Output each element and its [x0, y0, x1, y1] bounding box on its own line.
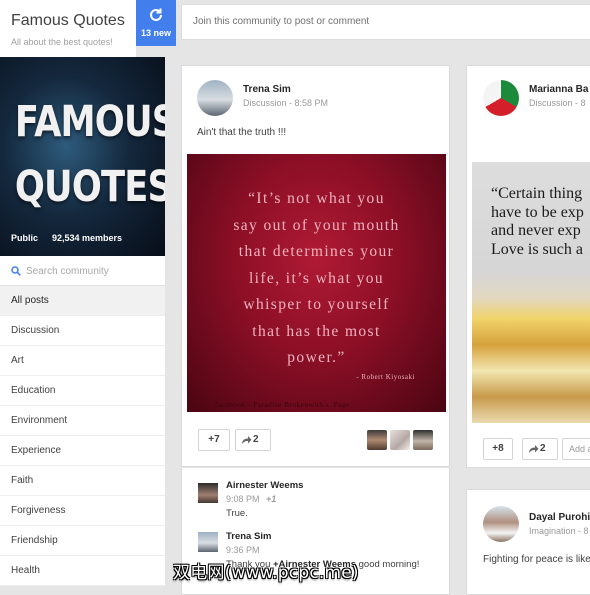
quote-line: say out of your mouth — [233, 216, 400, 234]
quote-line: “It’s not what you — [248, 190, 385, 207]
new-count: 13 new — [140, 28, 171, 38]
category-environment[interactable]: Environment — [0, 406, 165, 436]
category-faith[interactable]: Faith — [0, 466, 165, 496]
category-experience[interactable]: Experience — [0, 436, 165, 466]
quote-line: have to be exp — [491, 203, 584, 221]
quote-text: “Certain thing have to be exp and never … — [491, 185, 584, 259]
watermark: 双电网(www.pcpc.me) — [173, 563, 359, 583]
comment-author[interactable]: Trena Sim — [226, 531, 271, 542]
quote-line: that determines your — [238, 243, 395, 260]
comment-author[interactable]: Airnester Weems — [226, 480, 303, 491]
quote-line: and never exp — [491, 222, 581, 239]
search-icon — [11, 266, 21, 276]
category-education[interactable]: Education — [0, 376, 165, 406]
member-count[interactable]: 92,534 members — [52, 233, 122, 243]
refresh-icon — [150, 8, 162, 21]
community-tagline: All about the best quotes! — [11, 37, 113, 47]
join-bar[interactable]: Join this community to post or comment — [181, 4, 590, 40]
category-health[interactable]: Health — [0, 556, 165, 586]
post-text: Fighting for peace is like — [483, 554, 590, 565]
plusoner-avatar[interactable] — [413, 430, 433, 450]
image-credit: facebook - Paradise Brokenwith.s. Page — [215, 400, 350, 409]
post-author[interactable]: Dayal Purohi — [529, 512, 590, 523]
post-image[interactable]: “Certain thing have to be exp and never … — [472, 162, 590, 423]
category-friendship[interactable]: Friendship — [0, 526, 165, 556]
quote-line: whisper to yourself — [243, 296, 390, 313]
post-image[interactable]: “It’s not what you say out of your mouth… — [187, 154, 446, 412]
commenter-avatar[interactable] — [198, 532, 218, 552]
join-prompt: Join this community to post or comment — [193, 16, 370, 27]
share-count: 2 — [540, 443, 546, 454]
post-author[interactable]: Marianna Ba — [529, 84, 588, 95]
quote-text: “It’s not what you say out of your mouth… — [187, 186, 446, 372]
quote-line: life, it’s what you — [248, 269, 385, 287]
author-avatar[interactable] — [483, 506, 519, 542]
cover-title-line2: QUOTES — [14, 162, 165, 212]
author-avatar[interactable] — [483, 80, 519, 116]
search-input[interactable] — [26, 263, 158, 279]
share-icon — [529, 445, 539, 453]
new-posts-button[interactable]: 13 new — [136, 0, 176, 46]
community-cover: FAMOUS QUOTES Public 92,534 members — [0, 57, 165, 256]
quote-line: “Certain thing — [491, 185, 583, 202]
comment-text-suffix: good morning! — [356, 559, 420, 570]
share-count: 2 — [253, 434, 259, 445]
comment-text: True. — [226, 508, 248, 519]
plusoner-avatar[interactable] — [390, 430, 410, 450]
quote-line: that has the most — [252, 322, 381, 340]
commenter-avatar[interactable] — [198, 483, 218, 503]
community-header: Famous Quotes All about the best quotes! — [0, 0, 136, 57]
share-button[interactable]: 2 — [522, 438, 558, 460]
cover-title-line1: FAMOUS — [14, 97, 165, 147]
comment-time: 9:08 PM — [226, 494, 260, 504]
post-card: Trena Sim Discussion - 8:58 PM Ain't tha… — [181, 65, 450, 467]
cover-meta: Public 92,534 members — [11, 233, 136, 243]
share-button[interactable]: 2 — [235, 429, 271, 451]
visibility-label: Public — [11, 233, 39, 243]
plus-one-button[interactable]: +8 — [483, 438, 513, 460]
comment-time: 9:36 PM — [226, 545, 260, 555]
plus-one-button[interactable]: +7 — [198, 429, 230, 451]
add-comment-input[interactable]: Add a — [562, 438, 590, 460]
community-title[interactable]: Famous Quotes — [11, 12, 125, 30]
quote-line: Love is such a — [491, 240, 583, 258]
post-meta[interactable]: Discussion - 8:58 PM — [243, 98, 328, 108]
post-meta[interactable]: Imagination - 8 — [529, 526, 589, 536]
plusoner-avatar[interactable] — [367, 430, 387, 450]
category-all-posts[interactable]: All posts — [0, 286, 165, 316]
author-avatar[interactable] — [197, 80, 233, 116]
post-card: Marianna Ba Discussion - 8 “Certain thin… — [466, 65, 590, 468]
post-text: Ain't that the truth !!! — [197, 127, 287, 138]
category-art[interactable]: Art — [0, 346, 165, 376]
category-list: All posts Discussion Art Education Envir… — [0, 286, 165, 586]
category-discussion[interactable]: Discussion — [0, 316, 165, 346]
share-icon — [242, 436, 252, 444]
post-author[interactable]: Trena Sim — [243, 84, 291, 95]
quote-attribution: - Robert Kiyosaki — [356, 373, 415, 381]
post-meta[interactable]: Discussion - 8 — [529, 98, 586, 108]
quote-line: power.” — [287, 349, 346, 366]
category-forgiveness[interactable]: Forgiveness — [0, 496, 165, 526]
search-box — [0, 256, 165, 286]
post-card: Dayal Purohi Imagination - 8 Fighting fo… — [466, 489, 590, 595]
comment-plus-count[interactable]: +1 — [266, 494, 276, 504]
